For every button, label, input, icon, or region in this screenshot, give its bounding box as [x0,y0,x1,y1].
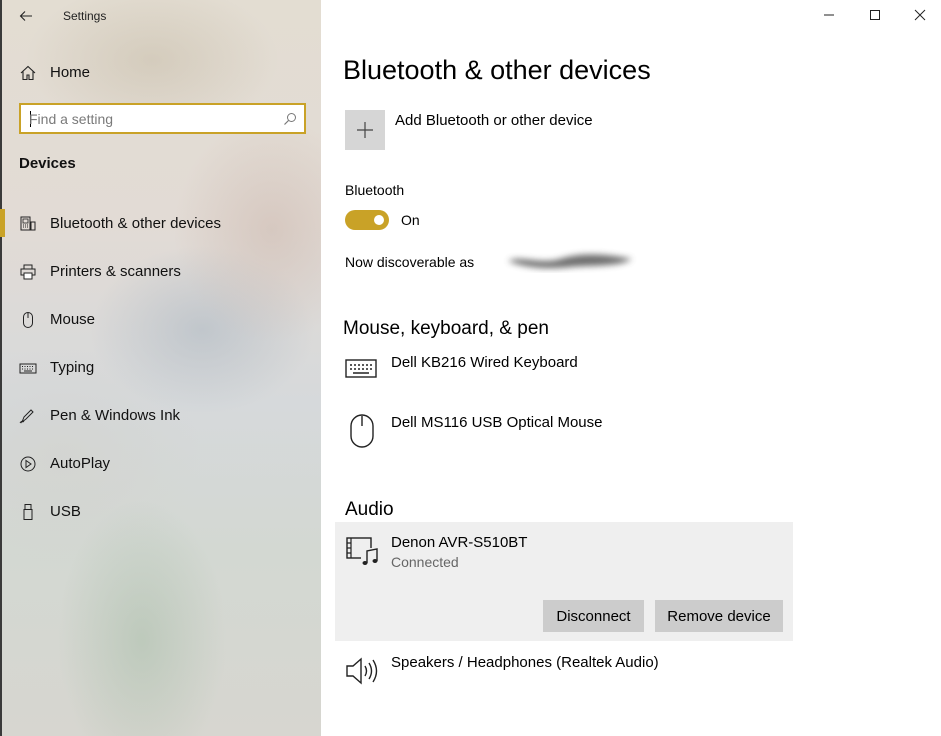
device-item-keyboard[interactable]: Dell KB216 Wired Keyboard [335,350,793,400]
sidebar-item-label: Printers & scanners [50,263,181,280]
sidebar-item-bluetooth[interactable]: Bluetooth & other devices [0,206,323,242]
close-icon [914,9,925,21]
mouse-icon [19,311,37,329]
printer-icon [19,263,37,281]
sidebar-item-printers[interactable]: Printers & scanners [2,254,323,290]
section-title: Devices [19,155,76,172]
home-label: Home [50,64,91,81]
sidebar-item-label: AutoPlay [50,455,111,472]
device-item-mouse[interactable]: Dell MS116 USB Optical Mouse [335,408,793,458]
minimize-button[interactable] [806,0,852,30]
discoverable-label: Now discoverable as [345,254,475,270]
back-button[interactable] [8,2,44,30]
usb-icon [19,503,37,521]
keyboard-icon [19,359,37,377]
keyboard-icon [345,359,377,378]
media-device-icon [346,537,379,566]
toggle-knob [374,215,384,225]
title-bar: Settings [2,0,323,32]
pen-icon [19,407,37,425]
search-icon[interactable] [283,112,297,126]
bluetooth-devices-icon [19,215,37,233]
remove-device-button[interactable]: Remove device [655,600,783,632]
sidebar-item-autoplay[interactable]: AutoPlay [2,446,323,482]
minimize-icon [824,14,834,16]
search-box[interactable] [19,103,306,134]
mouse-icon [350,414,374,448]
disconnect-button[interactable]: Disconnect [543,600,644,632]
sidebar-item-typing[interactable]: Typing [2,350,323,386]
device-name: Speakers / Headphones (Realtek Audio) [391,654,659,671]
plus-icon [357,122,373,138]
active-indicator [0,209,5,237]
device-status: Connected [391,554,459,570]
device-item-denon-selected[interactable]: Denon AVR-S510BT Connected Disconnect Re… [335,522,793,641]
group-title-audio: Audio [345,499,394,520]
device-item-speakers[interactable]: Speakers / Headphones (Realtek Audio) [335,648,793,694]
bluetooth-label: Bluetooth [345,182,405,198]
group-title-input-devices: Mouse, keyboard, & pen [343,318,549,339]
sidebar-item-mouse[interactable]: Mouse [2,302,323,338]
sidebar-item-label: Mouse [50,311,96,328]
app-title: Settings [63,9,107,23]
search-input[interactable] [29,109,269,129]
page-title: Bluetooth & other devices [343,55,651,85]
speaker-icon [346,657,378,685]
sidebar-item-pen[interactable]: Pen & Windows Ink [2,398,323,434]
close-button[interactable] [898,0,941,30]
device-name: Dell MS116 USB Optical Mouse [391,414,603,431]
autoplay-icon [19,455,37,473]
device-name: Dell KB216 Wired Keyboard [391,354,578,371]
add-device-button[interactable] [345,110,385,150]
maximize-button[interactable] [852,0,898,30]
sidebar-item-label: USB [50,503,81,520]
redacted-device-name [508,254,632,269]
sidebar-item-label: Pen & Windows Ink [50,407,181,424]
home-nav-item[interactable]: Home [2,54,323,90]
maximize-icon [870,10,880,20]
sidebar-item-label: Bluetooth & other devices [50,215,221,232]
device-name: Denon AVR-S510BT [391,534,528,551]
bluetooth-toggle-state: On [401,212,420,228]
bluetooth-toggle[interactable] [345,210,389,230]
back-arrow-icon [19,11,32,21]
sidebar-item-usb[interactable]: USB [2,494,323,530]
sidebar: Settings Home Devices Bluetooth & other … [0,0,321,736]
sidebar-item-label: Typing [50,359,95,376]
home-icon [20,65,36,81]
add-device-label[interactable]: Add Bluetooth or other device [395,112,593,129]
